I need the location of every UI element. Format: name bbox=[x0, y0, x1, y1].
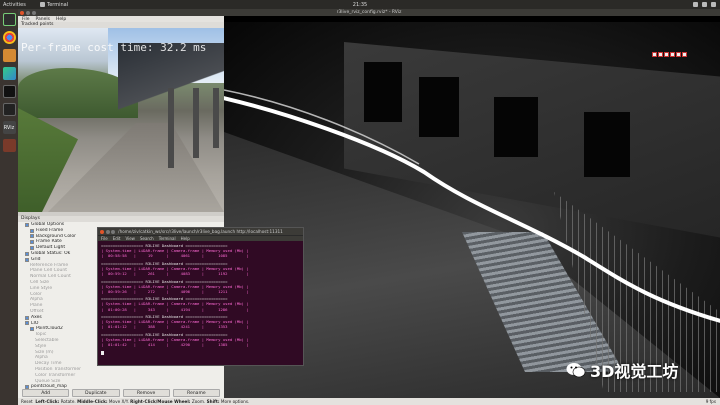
network-icon bbox=[693, 2, 698, 7]
right-click-action: Zoom. bbox=[191, 399, 206, 404]
tool-icon-2[interactable] bbox=[658, 52, 663, 57]
terminal-cursor bbox=[101, 350, 104, 355]
right-click-hint: Right-Click/Mouse Wheel: bbox=[130, 399, 191, 404]
watermark-text: 3D视觉工坊 bbox=[590, 362, 679, 381]
frame-cost-overlay: Per-frame cost time: 32.2 ms bbox=[21, 41, 207, 54]
display-checkbox-icon[interactable] bbox=[25, 315, 29, 320]
shift-hint: Shift: bbox=[206, 399, 220, 404]
menu-file[interactable]: File bbox=[22, 17, 30, 22]
rviz-status-bar: Reset Left-Click: Rotate. Middle-Click: … bbox=[18, 398, 720, 405]
display-checkbox-icon[interactable] bbox=[30, 234, 34, 239]
app-menu-label: Terminal bbox=[47, 1, 69, 8]
watermark: 3D视觉工坊 bbox=[566, 358, 678, 382]
app-dock-icon[interactable] bbox=[2, 139, 16, 152]
tool-icon-4[interactable] bbox=[670, 52, 675, 57]
reset-button[interactable]: Reset bbox=[21, 399, 33, 404]
term-menu-search[interactable]: Search bbox=[140, 236, 154, 241]
display-checkbox-icon[interactable] bbox=[30, 327, 34, 332]
rviz-dock-label: RViz bbox=[3, 124, 15, 131]
term-menu-view[interactable]: View bbox=[125, 236, 135, 241]
display-checkbox-icon[interactable] bbox=[25, 251, 29, 256]
tool-icon-5[interactable] bbox=[676, 52, 681, 57]
view-toolbar bbox=[652, 52, 687, 57]
duplicate-display-button[interactable]: Duplicate bbox=[72, 389, 120, 397]
left-click-hint: Left-Click: bbox=[35, 399, 60, 404]
shift-action: More options. bbox=[220, 399, 250, 404]
tool-icon-6[interactable] bbox=[682, 52, 687, 57]
display-checkbox-icon[interactable] bbox=[30, 240, 34, 245]
top-bar: Activities Terminal 21:35 bbox=[0, 0, 720, 9]
rviz-dock-icon[interactable]: RViz bbox=[2, 121, 16, 134]
term-menu-edit[interactable]: Edit bbox=[113, 236, 121, 241]
displays-buttons: Add Duplicate Remove Rename bbox=[18, 389, 224, 397]
power-icon bbox=[711, 2, 716, 7]
menu-help[interactable]: Help bbox=[56, 17, 66, 22]
terminal-output[interactable]: ================== R3LIVE Dashboard ====… bbox=[98, 241, 303, 357]
terminal-title: /home/ziv/catkin_ws/src/r3live/launch/r3… bbox=[118, 229, 283, 234]
terminal-maximize-icon[interactable] bbox=[111, 229, 115, 234]
display-checkbox-icon[interactable] bbox=[30, 246, 34, 251]
terminal-window-dock-icon[interactable] bbox=[2, 85, 16, 98]
fps-readout: 9 fps bbox=[705, 399, 716, 404]
display-checkbox-icon[interactable] bbox=[25, 257, 29, 262]
term-menu-file[interactable]: File bbox=[101, 236, 108, 241]
middle-click-hint: Middle-Click: bbox=[77, 399, 108, 404]
photos-dock-icon[interactable] bbox=[2, 67, 16, 80]
rename-display-button[interactable]: Rename bbox=[172, 389, 220, 397]
volume-icon bbox=[702, 2, 707, 7]
system-tray[interactable] bbox=[693, 2, 716, 7]
terminal-minimize-icon[interactable] bbox=[105, 229, 110, 234]
terminal-app-icon bbox=[40, 2, 45, 7]
wechat-icon bbox=[566, 363, 586, 378]
rviz-title-bar: r3live_rviz_config.rviz* - RViz bbox=[18, 9, 720, 16]
tool-icon-1[interactable] bbox=[652, 52, 657, 57]
display-checkbox-icon[interactable] bbox=[30, 228, 34, 233]
menu-panels[interactable]: Panels bbox=[36, 17, 50, 22]
add-display-button[interactable]: Add bbox=[22, 389, 70, 397]
dock: RViz bbox=[0, 9, 18, 405]
left-click-action: Rotate. bbox=[60, 399, 76, 404]
app-menu[interactable]: Terminal bbox=[40, 2, 100, 8]
remove-display-button[interactable]: Remove bbox=[122, 389, 170, 397]
terminal-title-bar: /home/ziv/catkin_ws/src/r3live/launch/r3… bbox=[98, 228, 303, 235]
tool-icon-3[interactable] bbox=[664, 52, 669, 57]
term-menu-help[interactable]: Help bbox=[181, 236, 190, 241]
rviz-window-title: r3live_rviz_config.rviz* - RViz bbox=[336, 10, 402, 15]
terminal-close-icon[interactable] bbox=[100, 229, 104, 234]
terminal-dock-icon[interactable] bbox=[2, 13, 16, 26]
middle-click-action: Move X/Y. bbox=[108, 399, 129, 404]
display-checkbox-icon[interactable] bbox=[25, 321, 29, 326]
display-checkbox-icon[interactable] bbox=[25, 222, 29, 227]
clock[interactable]: 21:35 bbox=[340, 2, 380, 8]
terminal-window-2-dock-icon[interactable] bbox=[2, 103, 16, 116]
files-dock-icon[interactable] bbox=[2, 49, 16, 62]
camera-image-view: Per-frame cost time: 32.2 ms bbox=[18, 28, 224, 212]
chrome-dock-icon[interactable] bbox=[2, 31, 16, 44]
term-menu-terminal[interactable]: Terminal bbox=[159, 236, 176, 241]
activities-button[interactable]: Activities bbox=[0, 2, 40, 8]
terminal-window[interactable]: /home/ziv/catkin_ws/src/r3live/launch/r3… bbox=[97, 227, 304, 366]
